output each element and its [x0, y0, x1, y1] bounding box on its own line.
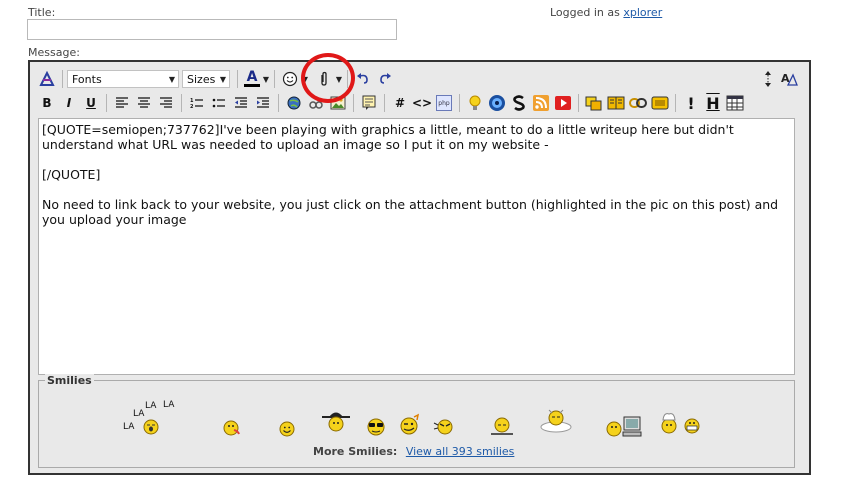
lala-smilie-icon[interactable]: LA LA LA LA [123, 399, 174, 439]
redo-icon[interactable] [374, 69, 396, 89]
spoiler-icon[interactable] [508, 93, 530, 113]
attachment-dropdown-icon[interactable]: ▼ [335, 75, 343, 84]
message-textarea[interactable]: [QUOTE=semiopen;737762]I've been playing… [38, 118, 795, 375]
outdent-icon[interactable] [230, 93, 252, 113]
align-center-icon[interactable] [133, 93, 155, 113]
title-input[interactable] [27, 19, 397, 40]
text-color-glyph: A [246, 69, 258, 85]
remove-format-icon[interactable]: A [778, 69, 800, 89]
tip-icon[interactable] [464, 93, 486, 113]
toolbar-separator [181, 94, 182, 112]
insert-image-icon[interactable] [327, 93, 349, 113]
logged-in-prefix: Logged in as [550, 6, 620, 19]
message-text-quote-end: [/QUOTE] [42, 167, 101, 182]
toolbar-separator [578, 94, 579, 112]
toolbar-row-1: Fonts ▼ Sizes ▼ A ▼ ▼ ▼ [36, 68, 396, 90]
lala-text: LA [163, 400, 175, 410]
remove-link-icon[interactable] [305, 93, 327, 113]
svg-text:2: 2 [190, 104, 194, 109]
wrap-quote-button[interactable]: ! [680, 93, 702, 113]
chef-smilie-icon[interactable] [659, 411, 703, 438]
align-right-icon[interactable] [155, 93, 177, 113]
code-button[interactable]: <> [411, 93, 433, 113]
more-smilies: More Smilies: View all 393 smilies [313, 445, 514, 458]
php-icon: php [436, 95, 452, 111]
lala-text: LA [133, 409, 145, 419]
box-icon[interactable] [649, 93, 671, 113]
toolbar-separator [384, 94, 385, 112]
rss-icon[interactable] [530, 93, 552, 113]
quote-icon[interactable] [358, 93, 380, 113]
indent-icon[interactable] [252, 93, 274, 113]
hash-button[interactable]: # [389, 93, 411, 113]
toolbar-row-2: B I U 12 # <> php ! H [36, 92, 746, 114]
ordered-list-icon[interactable]: 12 [186, 93, 208, 113]
media-icon[interactable] [486, 93, 508, 113]
toolbar-separator [459, 94, 460, 112]
message-text-quote: [QUOTE=semiopen;737762]I've been playing… [42, 122, 738, 152]
message-label: Message: [28, 46, 80, 59]
toolbar-separator [347, 70, 348, 88]
underline-button[interactable]: U [80, 93, 102, 113]
toolbar-separator [353, 94, 354, 112]
message-text-reply: No need to link back to your website, yo… [42, 197, 783, 227]
title-label: Title: [28, 6, 56, 19]
book-icon[interactable] [605, 93, 627, 113]
toolbar-separator [62, 70, 63, 88]
font-select-label: Fonts [72, 72, 102, 86]
toolbar-separator [278, 94, 279, 112]
table-icon[interactable] [724, 93, 746, 113]
text-color-swatch [244, 84, 260, 87]
angry-smilie-icon[interactable] [433, 417, 455, 440]
sleep-smilie-icon[interactable] [489, 417, 515, 440]
unordered-list-icon[interactable] [208, 93, 230, 113]
switch-mode-icon[interactable] [36, 69, 58, 89]
cloud-smilie-icon[interactable] [539, 407, 573, 436]
message-editor: Fonts ▼ Sizes ▼ A ▼ ▼ ▼ A B I U 1 2 # <>… [28, 53, 811, 475]
chevron-down-icon: ▼ [219, 74, 226, 84]
align-left-icon[interactable] [111, 93, 133, 113]
toolbar-separator [675, 94, 676, 112]
wink-smilie-icon[interactable] [397, 413, 421, 440]
view-all-smilies-link[interactable]: View all 393 smilies [406, 445, 515, 458]
php-button[interactable]: php [433, 93, 455, 113]
toolbar-separator [274, 70, 275, 88]
cool-smilie-icon[interactable] [365, 415, 387, 440]
hat-smilie-icon[interactable] [321, 409, 351, 436]
tongue-smilie-icon[interactable] [223, 419, 241, 440]
link-chain-icon[interactable] [627, 93, 649, 113]
lala-text: LA [145, 401, 157, 411]
font-select[interactable]: Fonts ▼ [67, 70, 179, 88]
bold-button[interactable]: B [36, 93, 58, 113]
chevron-down-icon: ▼ [168, 74, 175, 84]
toolbar-separator [106, 94, 107, 112]
size-select[interactable]: Sizes ▼ [182, 70, 230, 88]
username-link[interactable]: xplorer [623, 6, 662, 19]
computer-smilie-icon[interactable] [605, 415, 643, 442]
youtube-icon[interactable] [552, 93, 574, 113]
more-smilies-label: More Smilies: [313, 445, 398, 458]
highlight-icon[interactable] [583, 93, 605, 113]
undo-icon[interactable] [352, 69, 374, 89]
italic-button[interactable]: I [58, 93, 80, 113]
resize-icon[interactable] [757, 69, 779, 89]
smilies-legend: Smilies [45, 374, 94, 387]
attachment-icon[interactable] [313, 69, 335, 89]
toolbar-separator [237, 70, 238, 88]
smile-smilie-icon[interactable] [279, 421, 295, 440]
smilie-icon[interactable] [279, 69, 301, 89]
text-color-dropdown-icon[interactable]: ▼ [262, 75, 270, 84]
lala-text: LA [123, 422, 135, 432]
smilie-dropdown-icon[interactable]: ▼ [301, 75, 309, 84]
html-button[interactable]: H [702, 93, 724, 113]
insert-link-icon[interactable] [283, 93, 305, 113]
text-color-icon[interactable]: A [242, 69, 262, 89]
smilies-panel: Smilies LA LA LA LA More Smilies: View a… [38, 374, 795, 468]
size-select-label: Sizes [187, 72, 216, 86]
logged-in-text: Logged in as xplorer [550, 6, 662, 19]
